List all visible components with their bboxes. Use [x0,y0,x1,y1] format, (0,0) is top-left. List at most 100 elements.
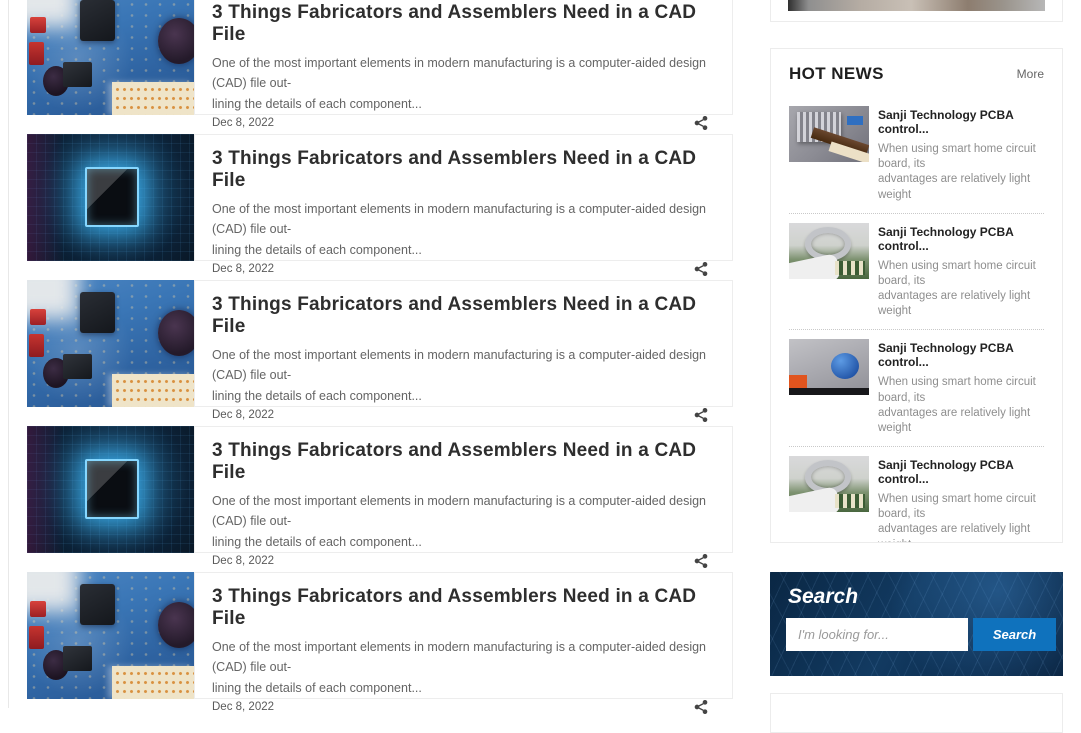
article-title[interactable]: 3 Things Fabricators and Assemblers Need… [212,2,710,46]
excerpt-line: When using smart home circuit board, its [878,493,1036,520]
article-title[interactable]: 3 Things Fabricators and Assemblers Need… [212,440,710,484]
widget-image-bottom-edge [788,0,1045,11]
search-input[interactable] [786,618,968,651]
hot-news-item-title: Sanji Technology PCBA control... [878,458,1044,486]
hot-news-item-excerpt: When using smart home circuit board, its… [878,375,1044,436]
excerpt-line: advantages are relatively light weight [878,523,1030,543]
hot-news-item[interactable]: Sanji Technology PCBA control... When us… [789,214,1044,331]
chip-shape [63,646,92,671]
hot-news-header: HOT NEWS More [789,64,1044,84]
article-thumbnail[interactable] [27,572,194,699]
capacitor-shape [158,18,194,64]
article-excerpt: One of the most important elements in mo… [212,491,710,552]
hot-news-item[interactable]: Sanji Technology PCBA control... When us… [789,447,1044,543]
excerpt-line: One of the most important elements in mo… [212,494,706,528]
hot-news-thumbnail [789,456,869,512]
blue-ball-shape [831,353,859,379]
article-date: Dec 8, 2022 [212,555,274,567]
chip-shape [63,62,92,87]
connector-shape [112,666,194,699]
hot-news-item-excerpt: When using smart home circuit board, its… [878,492,1044,543]
excerpt-line: advantages are relatively light weight [878,407,1030,434]
article-meta: Dec 8, 2022 [212,260,710,278]
sidebar-widget-partial [770,0,1063,22]
hot-news-text: Sanji Technology PCBA control... When us… [878,456,1044,543]
excerpt-line: lining the details of each component... [212,97,422,111]
hot-news-item-title: Sanji Technology PCBA control... [878,225,1044,253]
article-thumbnail[interactable] [27,426,194,553]
excerpt-line: When using smart home circuit board, its [878,376,1036,403]
glowing-cpu-shape [85,459,139,519]
chip-shape [80,584,115,625]
hot-news-widget: HOT NEWS More Sanji Technology PCBA cont… [770,48,1063,543]
hot-news-item-excerpt: When using smart home circuit board, its… [878,142,1044,203]
article-date: Dec 8, 2022 [212,117,274,129]
excerpt-line: lining the details of each component... [212,389,422,403]
glowing-cpu-shape [85,167,139,227]
search-heading: Search [788,585,1056,609]
hot-news-item-title: Sanji Technology PCBA control... [878,108,1044,136]
share-icon[interactable] [692,698,710,716]
hot-news-text: Sanji Technology PCBA control... When us… [878,106,1044,203]
excerpt-line: lining the details of each component... [212,535,422,549]
article-date: Dec 8, 2022 [212,701,274,713]
hot-news-item-excerpt: When using smart home circuit board, its… [878,259,1044,320]
share-icon[interactable] [692,260,710,278]
hot-news-thumbnail [789,106,869,162]
article-meta: Dec 8, 2022 [212,114,710,132]
article-date: Dec 8, 2022 [212,409,274,421]
red-jumper-shape [29,626,44,649]
excerpt-line: When using smart home circuit board, its [878,143,1036,170]
hot-news-text: Sanji Technology PCBA control... When us… [878,339,1044,436]
chip-shape [63,354,92,379]
article-meta: Dec 8, 2022 [212,698,710,716]
article-meta: Dec 8, 2022 [212,552,710,570]
excerpt-line: advantages are relatively light weight [878,173,1030,200]
excerpt-line: advantages are relatively light weight [878,290,1030,317]
search-row: Search [786,618,1056,651]
article-thumbnail[interactable] [27,134,194,261]
red-jumper-shape [30,601,46,617]
article-thumbnail[interactable] [27,280,194,407]
black-strip-shape [789,388,869,395]
red-jumper-shape [30,309,46,325]
excerpt-line: One of the most important elements in mo… [212,202,706,236]
article-title[interactable]: 3 Things Fabricators and Assemblers Need… [212,148,710,192]
excerpt-line: When using smart home circuit board, its [878,260,1036,287]
capacitor-shape [158,602,194,648]
article-content: 3 Things Fabricators and Assemblers Need… [194,572,733,699]
search-button[interactable]: Search [973,618,1056,651]
red-jumper-shape [29,334,44,357]
pcb-slot-shape [835,494,865,508]
share-icon[interactable] [692,406,710,424]
hot-news-more-link[interactable]: More [1017,67,1044,81]
share-icon[interactable] [692,114,710,132]
hot-news-item[interactable]: Sanji Technology PCBA control... When us… [789,97,1044,214]
article-thumbnail[interactable] [27,0,194,115]
article-content: 3 Things Fabricators and Assemblers Need… [194,134,733,261]
article-excerpt: One of the most important elements in mo… [212,345,710,406]
connector-shape [847,116,863,125]
excerpt-line: One of the most important elements in mo… [212,348,706,382]
hot-news-thumbnail [789,223,869,279]
hot-news-item[interactable]: Sanji Technology PCBA control... When us… [789,330,1044,447]
excerpt-line: lining the details of each component... [212,243,422,257]
article-excerpt: One of the most important elements in mo… [212,637,710,698]
article-card: 3 Things Fabricators and Assemblers Need… [8,0,733,115]
share-icon[interactable] [692,552,710,570]
article-meta: Dec 8, 2022 [212,406,710,424]
hot-news-heading: HOT NEWS [789,64,884,84]
article-excerpt: One of the most important elements in mo… [212,199,710,260]
article-card: 3 Things Fabricators and Assemblers Need… [8,134,733,261]
red-jumper-shape [29,42,44,65]
pcb-slot-shape [835,261,865,275]
connector-shape [112,374,194,407]
article-list: 3 Things Fabricators and Assemblers Need… [8,0,733,718]
hot-news-thumbnail [789,339,869,395]
article-title[interactable]: 3 Things Fabricators and Assemblers Need… [212,586,710,630]
chip-shape [80,292,115,333]
glove-shape [789,253,841,279]
article-date: Dec 8, 2022 [212,263,274,275]
article-content: 3 Things Fabricators and Assemblers Need… [194,426,733,553]
article-title[interactable]: 3 Things Fabricators and Assemblers Need… [212,294,710,338]
